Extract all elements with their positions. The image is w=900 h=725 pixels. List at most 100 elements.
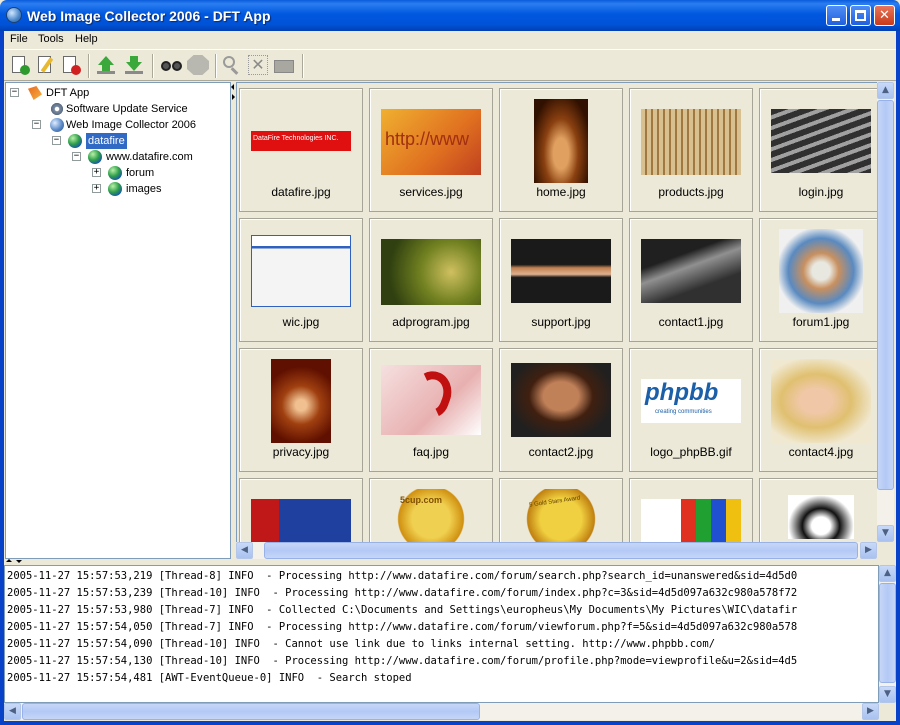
tree-node[interactable]: − datafire: [6, 133, 226, 149]
clear-button[interactable]: ✕: [248, 55, 268, 75]
clear-icon: ✕: [248, 55, 268, 75]
log-line: 2005-11-27 15:57:54,050 [Thread-7] INFO …: [7, 621, 798, 633]
log-horizontal-scrollbar[interactable]: ◀ ▶: [4, 703, 879, 720]
tux-penguin-image: [788, 495, 854, 539]
log-output[interactable]: 2005-11-27 15:57:53,219 [Thread-8] INFO …: [4, 565, 879, 703]
log-scroll-left-button[interactable]: ◀: [4, 703, 21, 720]
thumbnail-tile[interactable]: 5cup.com: [369, 478, 493, 542]
new-project-button[interactable]: [10, 55, 30, 75]
thumbnail-tile[interactable]: faq.jpg: [369, 348, 493, 472]
toolbar-separator: [152, 54, 154, 78]
collapse-icon[interactable]: −: [52, 136, 61, 145]
edit-project-button[interactable]: [36, 55, 56, 75]
thumbnail-tile[interactable]: wic.jpg: [239, 218, 363, 342]
thumbnail-tile[interactable]: login.jpg: [759, 88, 877, 212]
minimize-button[interactable]: [826, 5, 847, 26]
thumbnail-filename: login.jpg: [798, 185, 844, 199]
tree-node[interactable]: − DFT App: [6, 85, 226, 101]
log-line: 2005-11-27 15:57:53,239 [Thread-10] INFO…: [7, 587, 798, 599]
log-scroll-right-button[interactable]: ▶: [862, 703, 879, 720]
menu-help[interactable]: Help: [75, 33, 98, 45]
toolbar-separator: [302, 54, 304, 78]
close-button[interactable]: ✕: [874, 5, 895, 26]
thumbnail-tile[interactable]: [629, 478, 753, 542]
thumbnail-tile[interactable]: contact1.jpg: [629, 218, 753, 342]
tree-node-label: images: [126, 183, 162, 195]
collapse-left-icon[interactable]: [231, 84, 234, 90]
expand-icon[interactable]: +: [92, 168, 101, 177]
collapse-down-icon[interactable]: [16, 560, 22, 563]
thumbnail-tile[interactable]: forum1.jpg: [759, 218, 877, 342]
title-bar[interactable]: Web Image Collector 2006 - DFT App ✕: [0, 0, 900, 31]
scroll-right-button[interactable]: ▶: [860, 542, 877, 559]
folder-button[interactable]: [274, 55, 294, 75]
datafire-logo-image: DataFire Technologies INC.: [251, 131, 351, 151]
tree-node[interactable]: + images: [6, 181, 226, 197]
menu-tools[interactable]: Tools: [38, 33, 64, 45]
grid-horizontal-scrollbar[interactable]: ◀ ▶: [236, 542, 877, 559]
log-scroll-up-button[interactable]: ▲: [879, 565, 896, 582]
zoom-icon: [223, 56, 235, 68]
thumbnail-tile[interactable]: support.jpg: [499, 218, 623, 342]
thumbnail-tile[interactable]: contact2.jpg: [499, 348, 623, 472]
chevron-up-icon: ▲: [884, 568, 891, 578]
tree-node-label: DFT App: [46, 87, 90, 99]
thumbnail-tile[interactable]: products.jpg: [629, 88, 753, 212]
app-icon: [28, 86, 42, 100]
thumbnail-tile[interactable]: home.jpg: [499, 88, 623, 212]
update-icon: [50, 102, 64, 116]
headset-woman-image: [771, 359, 871, 443]
thumbnail-grid[interactable]: DataFire Technologies INC. datafire.jpg ht…: [236, 82, 877, 542]
collapse-right-icon[interactable]: [232, 94, 235, 100]
log-scroll-down-button[interactable]: ▼: [879, 686, 896, 703]
scroll-up-button[interactable]: ▲: [877, 82, 894, 99]
scroll-down-button[interactable]: ▼: [877, 525, 894, 542]
tree-node[interactable]: + forum: [6, 165, 226, 181]
thumbnail-tile[interactable]: DataFire Technologies INC. datafire.jpg: [239, 88, 363, 212]
grid-horizontal-scroll-thumb[interactable]: [264, 542, 858, 559]
search-button[interactable]: [160, 55, 184, 75]
typing-image: [641, 239, 741, 303]
menu-file[interactable]: File: [10, 33, 28, 45]
thumbnail-tile[interactable]: [759, 478, 877, 542]
thumbnail-tile[interactable]: contact4.jpg: [759, 348, 877, 472]
collapse-icon[interactable]: −: [32, 120, 41, 129]
grid-vertical-scrollbar[interactable]: ▲ ▼: [877, 82, 894, 542]
log-line: 2005-11-27 15:57:53,980 [Thread-7] INFO …: [7, 604, 798, 616]
tray-icon: [125, 71, 143, 74]
thumbnail-tile[interactable]: [239, 478, 363, 542]
tree-node[interactable]: Software Update Service: [6, 101, 226, 117]
zoom-icon-handle: [230, 67, 239, 75]
grid-vertical-scroll-thumb[interactable]: [877, 100, 894, 490]
maximize-icon: [855, 10, 866, 21]
thumbnail-filename: services.jpg: [399, 185, 463, 199]
toolbar: ✕: [4, 49, 896, 81]
thumbnail-tile[interactable]: adprogram.jpg: [369, 218, 493, 342]
thumbnail-tile[interactable]: phpbb creating communities logo_phpBB.gif: [629, 348, 753, 472]
window-frame-right: [896, 31, 900, 725]
delete-project-button[interactable]: [61, 55, 81, 75]
collapse-up-icon[interactable]: [6, 559, 12, 562]
close-icon: ✕: [879, 8, 890, 23]
zoom-button[interactable]: [222, 55, 242, 75]
thumbnail-tile[interactable]: http://www services.jpg: [369, 88, 493, 212]
thumbnail-tile[interactable]: 5 Gold Stars Award: [499, 478, 623, 542]
scroll-left-button[interactable]: ◀: [236, 542, 253, 559]
thumbnail-tile[interactable]: privacy.jpg: [239, 348, 363, 472]
menu-bar: File Tools Help: [4, 31, 896, 49]
tree-node[interactable]: − www.datafire.com: [6, 149, 226, 165]
log-horizontal-scroll-thumb[interactable]: [22, 703, 480, 720]
collector-icon: [50, 118, 64, 132]
tree-node[interactable]: − Web Image Collector 2006: [6, 117, 226, 133]
expand-icon[interactable]: +: [92, 184, 101, 193]
stop-button[interactable]: [187, 55, 209, 75]
log-vertical-scrollbar[interactable]: ▲ ▼: [879, 565, 896, 703]
folder-icon: [274, 60, 294, 73]
upload-button[interactable]: [96, 55, 116, 75]
download-button[interactable]: [124, 55, 144, 75]
project-tree[interactable]: − DFT App Software Update Service − Web Imag…: [5, 82, 231, 559]
maximize-button[interactable]: [850, 5, 871, 26]
collapse-icon[interactable]: −: [72, 152, 81, 161]
log-vertical-scroll-thumb[interactable]: [879, 583, 896, 683]
collapse-icon[interactable]: −: [10, 88, 19, 97]
